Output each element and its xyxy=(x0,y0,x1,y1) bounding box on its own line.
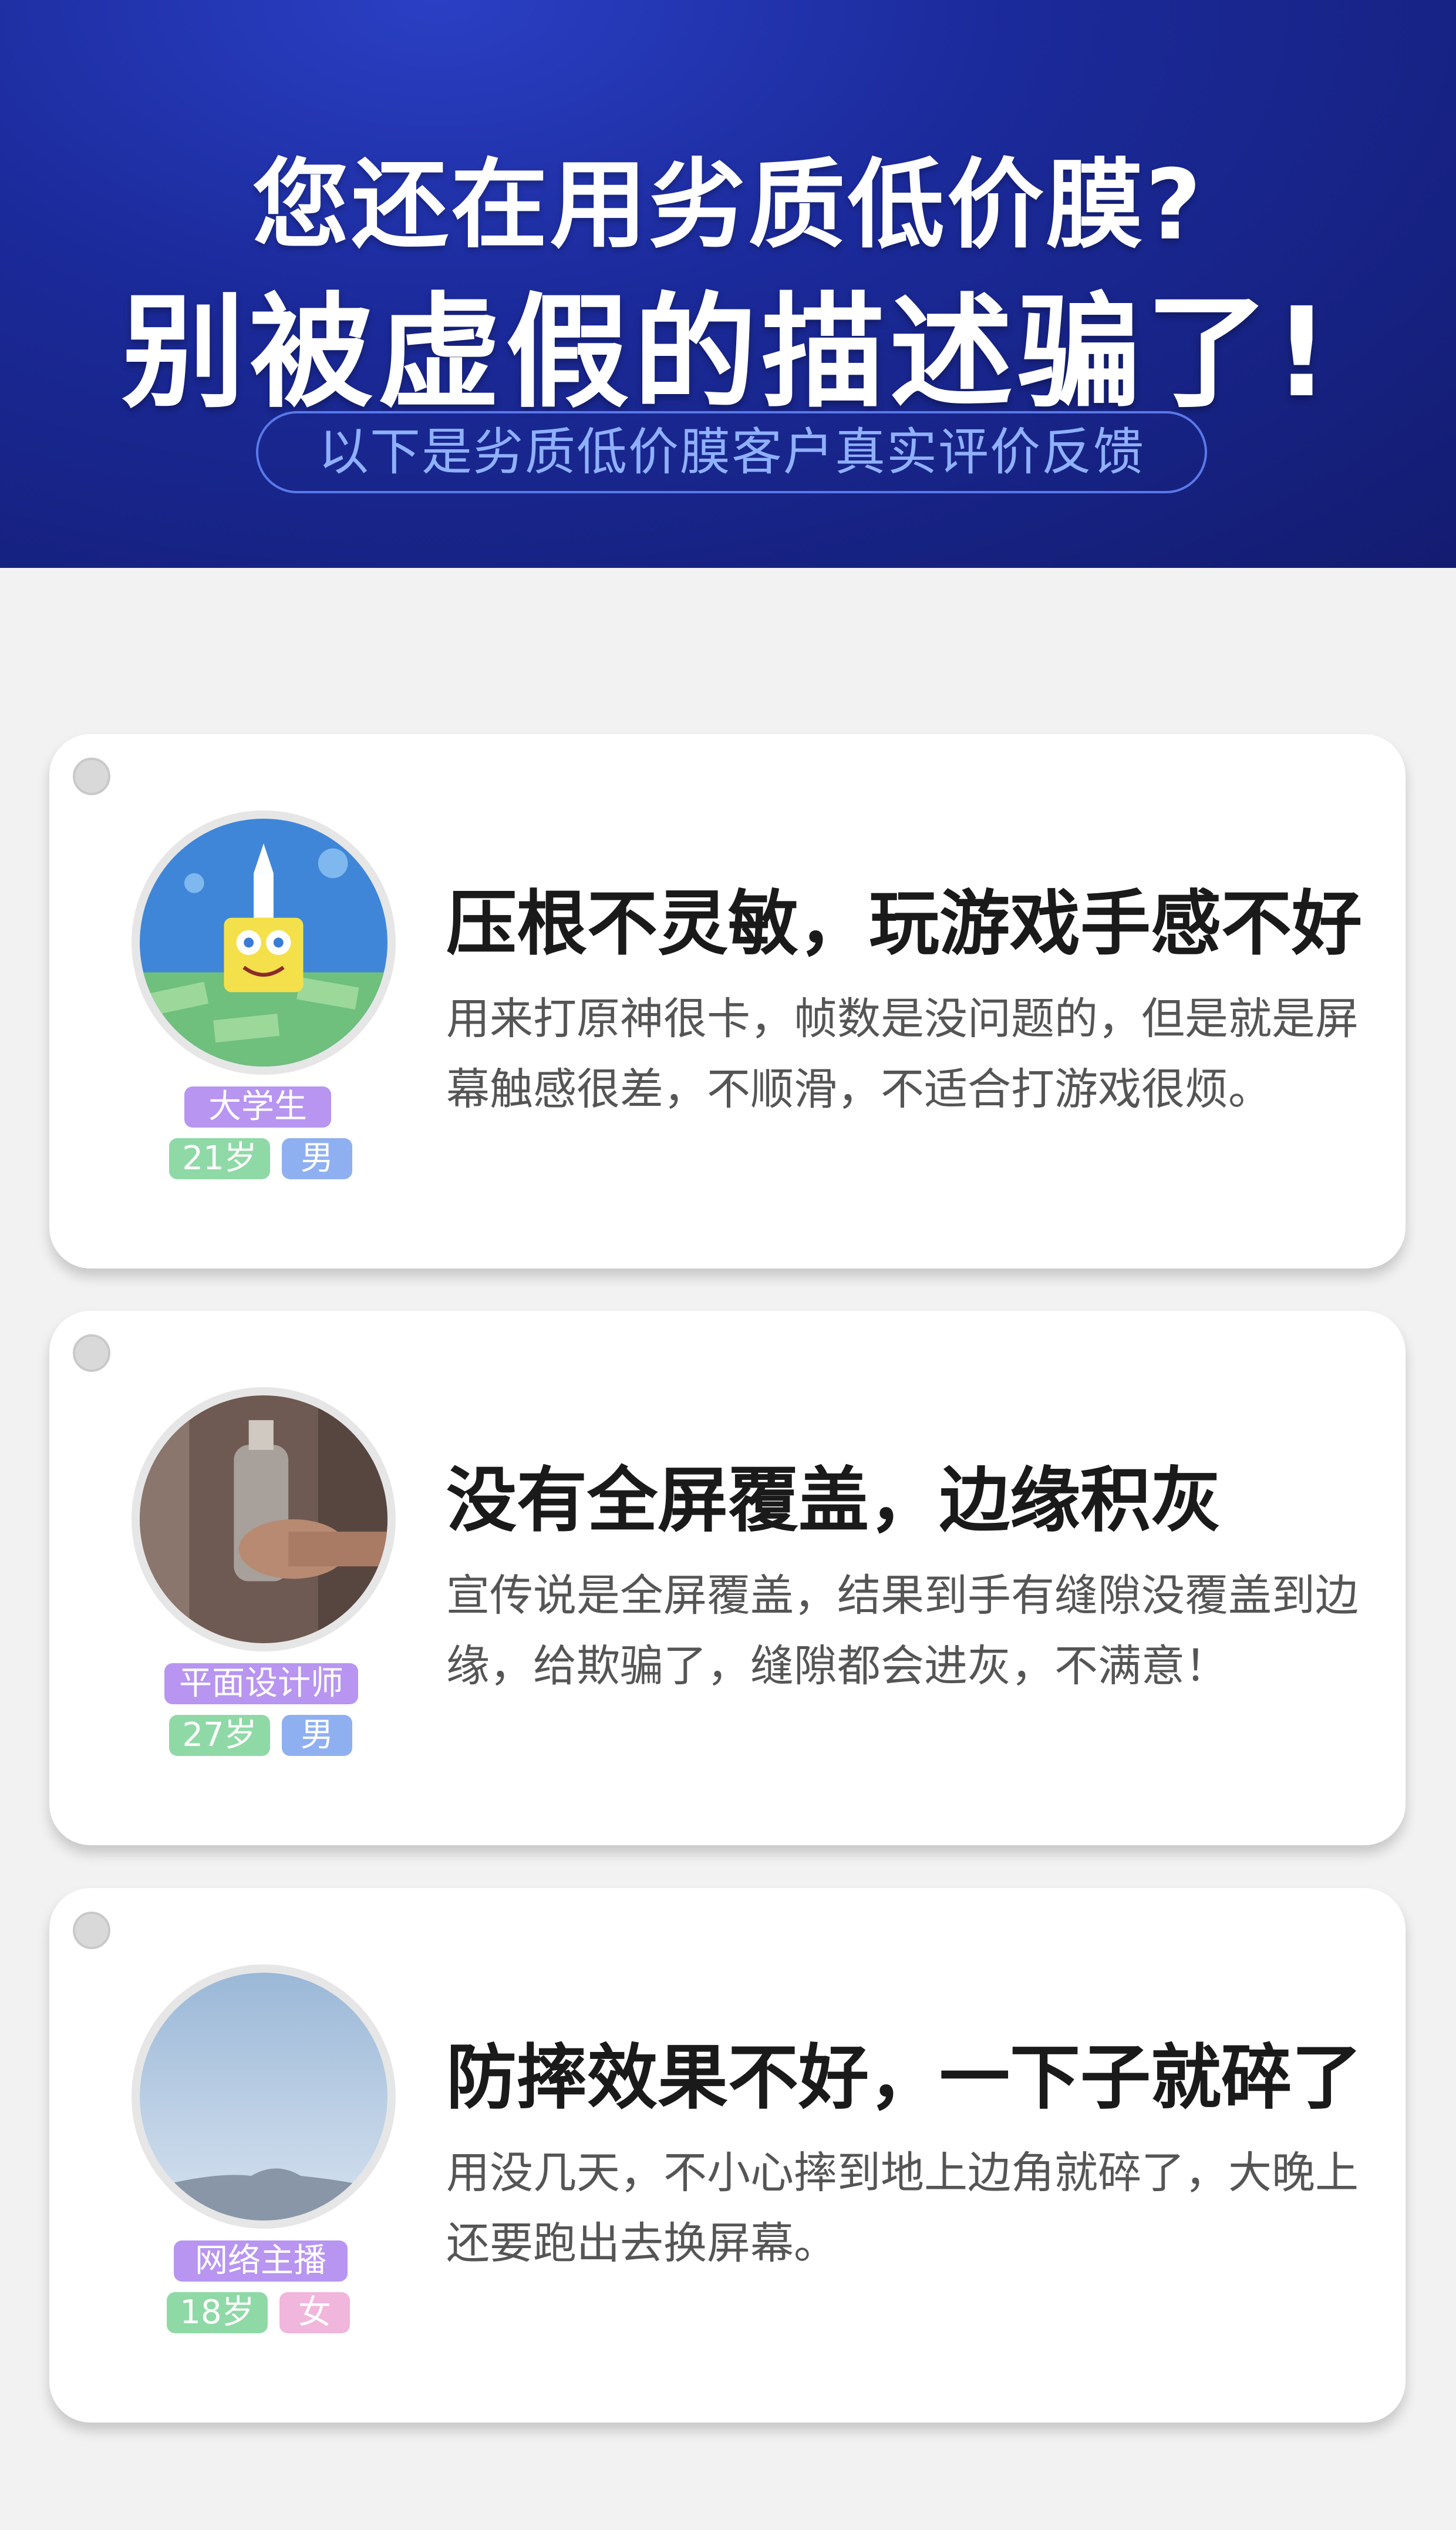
review-card-3: 网络主播 18岁 女 防摔效果不好，一下子就碎了 用没几天，不小心摔到地上边角就… xyxy=(49,1888,1406,2423)
header-banner: 您还在用劣质低价膜? 别被虚假的描述骗了! 以下是劣质低价膜客户真实评价反馈 xyxy=(0,0,1456,568)
card-dot xyxy=(73,758,110,795)
headline-warning: 别被虚假的描述骗了! xyxy=(122,281,1334,425)
role-tag: 大学生 xyxy=(184,1086,331,1128)
gender-tag: 男 xyxy=(282,1715,352,1756)
review-title: 防摔效果不好，一下子就碎了 xyxy=(446,2037,1362,2119)
card-dot xyxy=(73,1912,110,1949)
age-tag: 27岁 xyxy=(169,1715,270,1756)
gender-tag: 男 xyxy=(282,1138,352,1179)
age-tag: 21岁 xyxy=(169,1138,270,1179)
headline-question: 您还在用劣质低价膜? xyxy=(252,149,1204,261)
review-body: 宣传说是全屏覆盖，结果到手有缝隙没覆盖到边缘，给欺骗了，缝隙都会进灰，不满意！ xyxy=(446,1570,1359,1691)
review-body: 用来打原神很卡，帧数是没问题的，但是就是屏幕触感很差，不顺滑，不适合打游戏很烦。 xyxy=(446,994,1359,1115)
age-tag: 18岁 xyxy=(167,2292,268,2333)
subtitle-pill: 以下是劣质低价膜客户真实评价反馈 xyxy=(256,411,1207,493)
card-dot xyxy=(73,1334,110,1372)
sky-mountain-avatar xyxy=(132,1964,396,2229)
role-tag: 平面设计师 xyxy=(164,1663,358,1704)
review-title: 没有全屏覆盖，边缘积灰 xyxy=(446,1460,1221,1542)
gender-tag: 女 xyxy=(279,2292,350,2333)
hand-bottle-avatar xyxy=(132,1387,396,1651)
review-card-2: 平面设计师 27岁 男 没有全屏覆盖，边缘积灰 宣传说是全屏覆盖，结果到手有缝隙… xyxy=(49,1311,1406,1845)
role-tag: 网络主播 xyxy=(174,2240,348,2282)
spongebob-avatar xyxy=(132,810,396,1075)
review-body: 用没几天，不小心摔到地上边角就碎了，大晚上还要跑出去换屏幕。 xyxy=(446,2148,1359,2269)
review-title: 压根不灵敏，玩游戏手感不好 xyxy=(446,883,1362,965)
review-card-1: 大学生 21岁 男 压根不灵敏，玩游戏手感不好 用来打原神很卡，帧数是没问题的，… xyxy=(49,734,1406,1269)
